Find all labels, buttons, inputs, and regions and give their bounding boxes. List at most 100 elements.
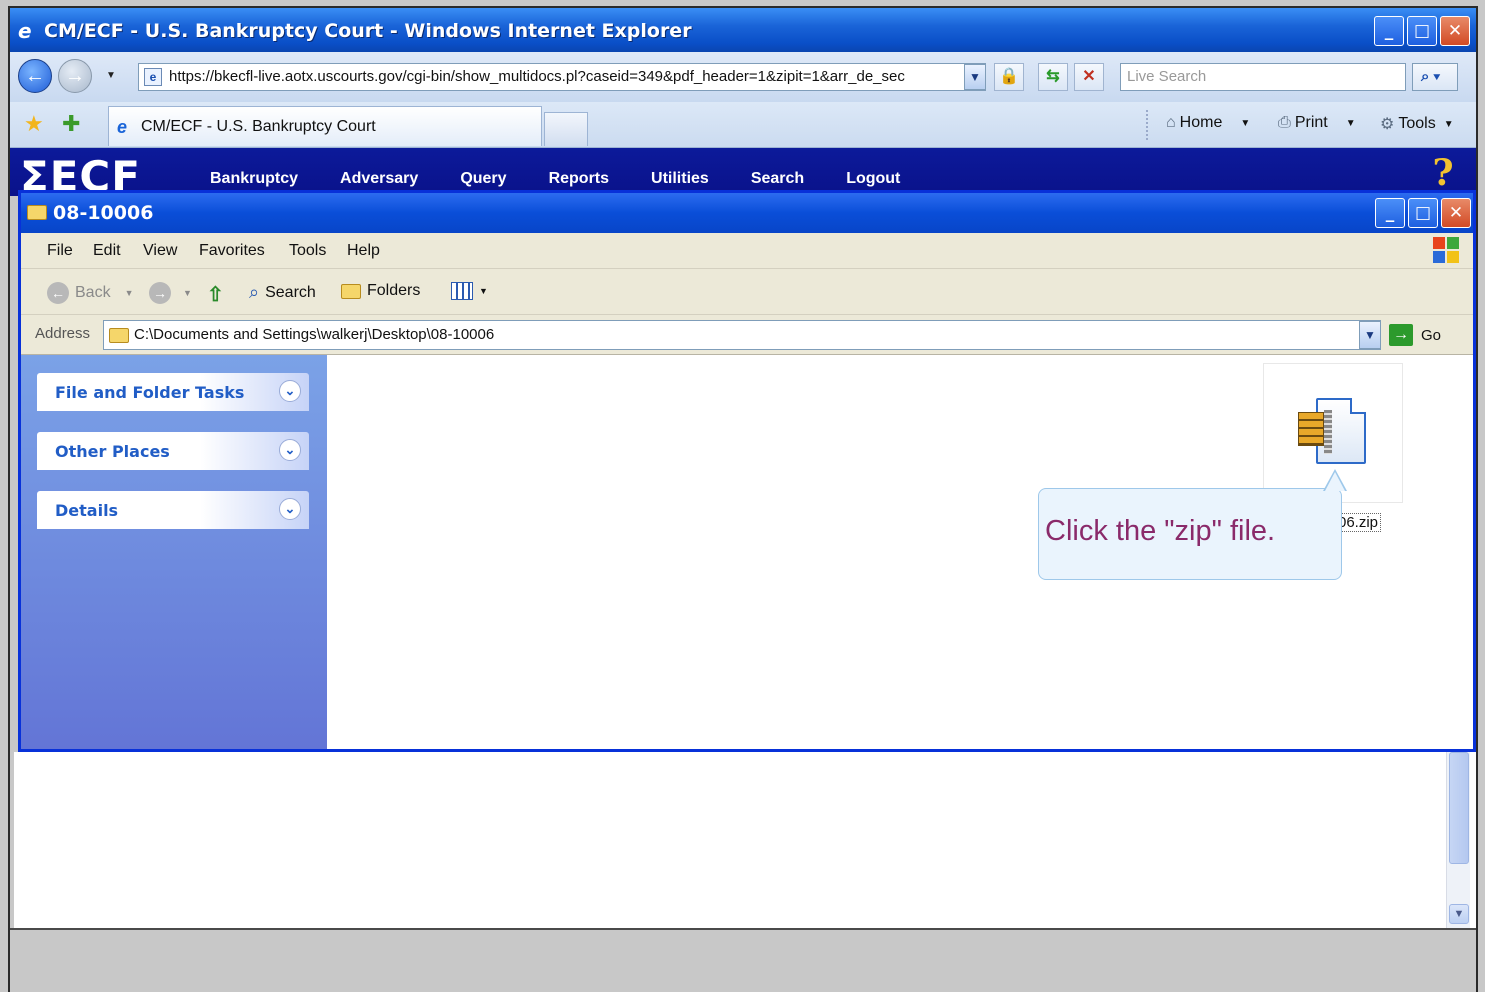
toolbar-separator <box>1146 110 1148 140</box>
explorer-window-title: 08-10006 <box>53 202 154 224</box>
explorer-title-bar: 08-10006 _ □ ✕ <box>21 193 1473 233</box>
print-dropdown-icon[interactable]: ▼ <box>1346 118 1356 129</box>
chevron-down-icon[interactable]: ⌄ <box>279 498 301 520</box>
views-dropdown-icon: ▼ <box>479 286 488 296</box>
back-arrow-icon: ← <box>47 282 69 304</box>
vertical-scrollbar[interactable]: ▼ <box>1446 752 1470 928</box>
address-label: Address <box>35 325 91 342</box>
callout-text: Click the "zip" file. <box>1045 515 1276 547</box>
tools-button[interactable]: ⚙ Tools ▼ <box>1380 114 1454 134</box>
explorer-menu-bar: File Edit View Favorites Tools Help <box>21 233 1473 269</box>
search-label: Search <box>265 283 316 301</box>
page-icon: e <box>144 68 162 86</box>
print-label: Print <box>1294 114 1328 131</box>
explorer-window: 08-10006 _ □ ✕ File Edit View Favorites … <box>18 190 1476 752</box>
task-file-and-folder[interactable]: File and Folder Tasks ⌄ <box>37 373 309 411</box>
callout-pointer-fill <box>1325 472 1345 491</box>
folders-icon <box>341 283 361 299</box>
print-button[interactable]: ⎙ Print ▼ <box>1278 114 1356 132</box>
search-button[interactable]: ⌕ ▾ <box>1412 63 1458 91</box>
ie-title-bar: e CM/ECF - U.S. Bankruptcy Court - Windo… <box>10 8 1476 52</box>
minimize-button[interactable]: _ <box>1374 16 1404 46</box>
tab-title: CM/ECF - U.S. Bankruptcy Court <box>141 118 376 135</box>
explorer-forward-button[interactable]: → ▼ <box>149 282 192 304</box>
menu-tools[interactable]: Tools <box>289 242 326 260</box>
windows-logo-icon <box>1433 237 1461 265</box>
explorer-search-button[interactable]: ⌕ Search <box>249 282 316 303</box>
refresh-button[interactable]: ⇆ <box>1038 63 1068 91</box>
ie-window-title: CM/ECF - U.S. Bankruptcy Court - Windows… <box>44 20 692 42</box>
history-dropdown-icon[interactable]: ▼ <box>106 70 116 81</box>
ie-tab-bar: ★ ✚ e CM/ECF - U.S. Bankruptcy Court ⌂ H… <box>10 102 1476 148</box>
menu-search[interactable]: Search <box>751 170 804 188</box>
tools-dropdown-icon: ▼ <box>1443 118 1454 130</box>
menu-reports[interactable]: Reports <box>549 170 609 188</box>
explorer-close-button[interactable]: ✕ <box>1441 198 1471 228</box>
gear-icon: ⚙ <box>1380 116 1395 133</box>
maximize-button[interactable]: □ <box>1407 16 1437 46</box>
zip-archive-icon <box>1298 412 1324 446</box>
menu-logout[interactable]: Logout <box>846 170 900 188</box>
back-button[interactable]: ← <box>18 59 52 93</box>
menu-query[interactable]: Query <box>460 170 506 188</box>
ecf-menu: Bankruptcy Adversary Query Reports Utili… <box>210 170 942 188</box>
menu-help[interactable]: Help <box>347 242 380 260</box>
menu-file[interactable]: File <box>47 242 73 260</box>
address-input[interactable]: C:\Documents and Settings\walkerj\Deskto… <box>103 320 1381 350</box>
scrollbar-thumb[interactable] <box>1449 752 1469 864</box>
menu-edit[interactable]: Edit <box>93 242 121 260</box>
home-dropdown-icon[interactable]: ▼ <box>1240 118 1250 129</box>
task-details[interactable]: Details ⌄ <box>37 491 309 529</box>
home-icon: ⌂ <box>1166 114 1176 131</box>
scroll-down-button[interactable]: ▼ <box>1449 904 1469 924</box>
status-bar <box>10 928 1476 990</box>
magnifier-icon: ⌕ <box>249 282 260 302</box>
task-pane: File and Folder Tasks ⌄ Other Places ⌄ D… <box>21 355 327 749</box>
add-favorites-icon[interactable]: ✚ <box>62 111 80 137</box>
menu-bankruptcy[interactable]: Bankruptcy <box>210 170 298 188</box>
forward-button[interactable]: → <box>58 59 92 93</box>
explorer-address-bar: Address C:\Documents and Settings\walker… <box>21 315 1473 355</box>
printer-icon: ⎙ <box>1278 114 1291 131</box>
chevron-down-icon[interactable]: ⌄ <box>279 439 301 461</box>
views-button[interactable]: ▼ <box>451 282 488 300</box>
tab-cm-ecf[interactable]: e CM/ECF - U.S. Bankruptcy Court <box>108 106 542 146</box>
ie-tab-icon: e <box>117 117 128 137</box>
views-icon <box>451 282 473 300</box>
task-label: Details <box>55 501 119 520</box>
home-button[interactable]: ⌂ Home ▼ <box>1166 114 1250 132</box>
explorer-maximize-button[interactable]: □ <box>1408 198 1438 228</box>
menu-view[interactable]: View <box>143 242 177 260</box>
tutorial-callout: Click the "zip" file. <box>1038 469 1347 580</box>
forward-arrow-icon: → <box>149 282 171 304</box>
stop-button[interactable]: ✕ <box>1074 63 1104 91</box>
page-content-area <box>14 752 1476 928</box>
menu-utilities[interactable]: Utilities <box>651 170 709 188</box>
explorer-toolbar: ← Back ▼ → ▼ ⇧ ⌕ Search Folders ▼ <box>21 269 1473 315</box>
address-folder-icon <box>109 328 129 343</box>
close-button[interactable]: ✕ <box>1440 16 1470 46</box>
explorer-back-button[interactable]: ← Back ▼ <box>47 282 134 304</box>
url-text: https://bkecfl-live.aotx.uscourts.gov/cg… <box>169 68 905 85</box>
up-folder-button[interactable]: ⇧ <box>207 282 224 307</box>
forward-dropdown-icon: ▼ <box>183 288 192 298</box>
menu-adversary[interactable]: Adversary <box>340 170 418 188</box>
go-label: Go <box>1421 326 1442 344</box>
lock-icon[interactable]: 🔒 <box>994 63 1024 91</box>
explorer-minimize-button[interactable]: _ <box>1375 198 1405 228</box>
live-search-input[interactable]: Live Search <box>1120 63 1406 91</box>
favorites-star-icon[interactable]: ★ <box>24 111 44 137</box>
chevron-down-icon[interactable]: ⌄ <box>279 380 301 402</box>
address-dropdown-button[interactable]: ▼ <box>1359 321 1381 349</box>
go-button[interactable]: → Go <box>1389 324 1441 346</box>
menu-favorites[interactable]: Favorites <box>199 242 265 260</box>
ie-window-controls: _ □ ✕ <box>1374 16 1470 46</box>
folders-button[interactable]: Folders <box>341 282 420 300</box>
new-tab-button[interactable] <box>544 112 588 146</box>
help-icon[interactable]: ? <box>1420 152 1466 194</box>
url-dropdown-button[interactable]: ▼ <box>964 64 986 90</box>
back-label: Back <box>75 284 111 301</box>
zipper-icon <box>1324 410 1332 454</box>
url-field[interactable]: e https://bkecfl-live.aotx.uscourts.gov/… <box>138 63 986 91</box>
task-other-places[interactable]: Other Places ⌄ <box>37 432 309 470</box>
